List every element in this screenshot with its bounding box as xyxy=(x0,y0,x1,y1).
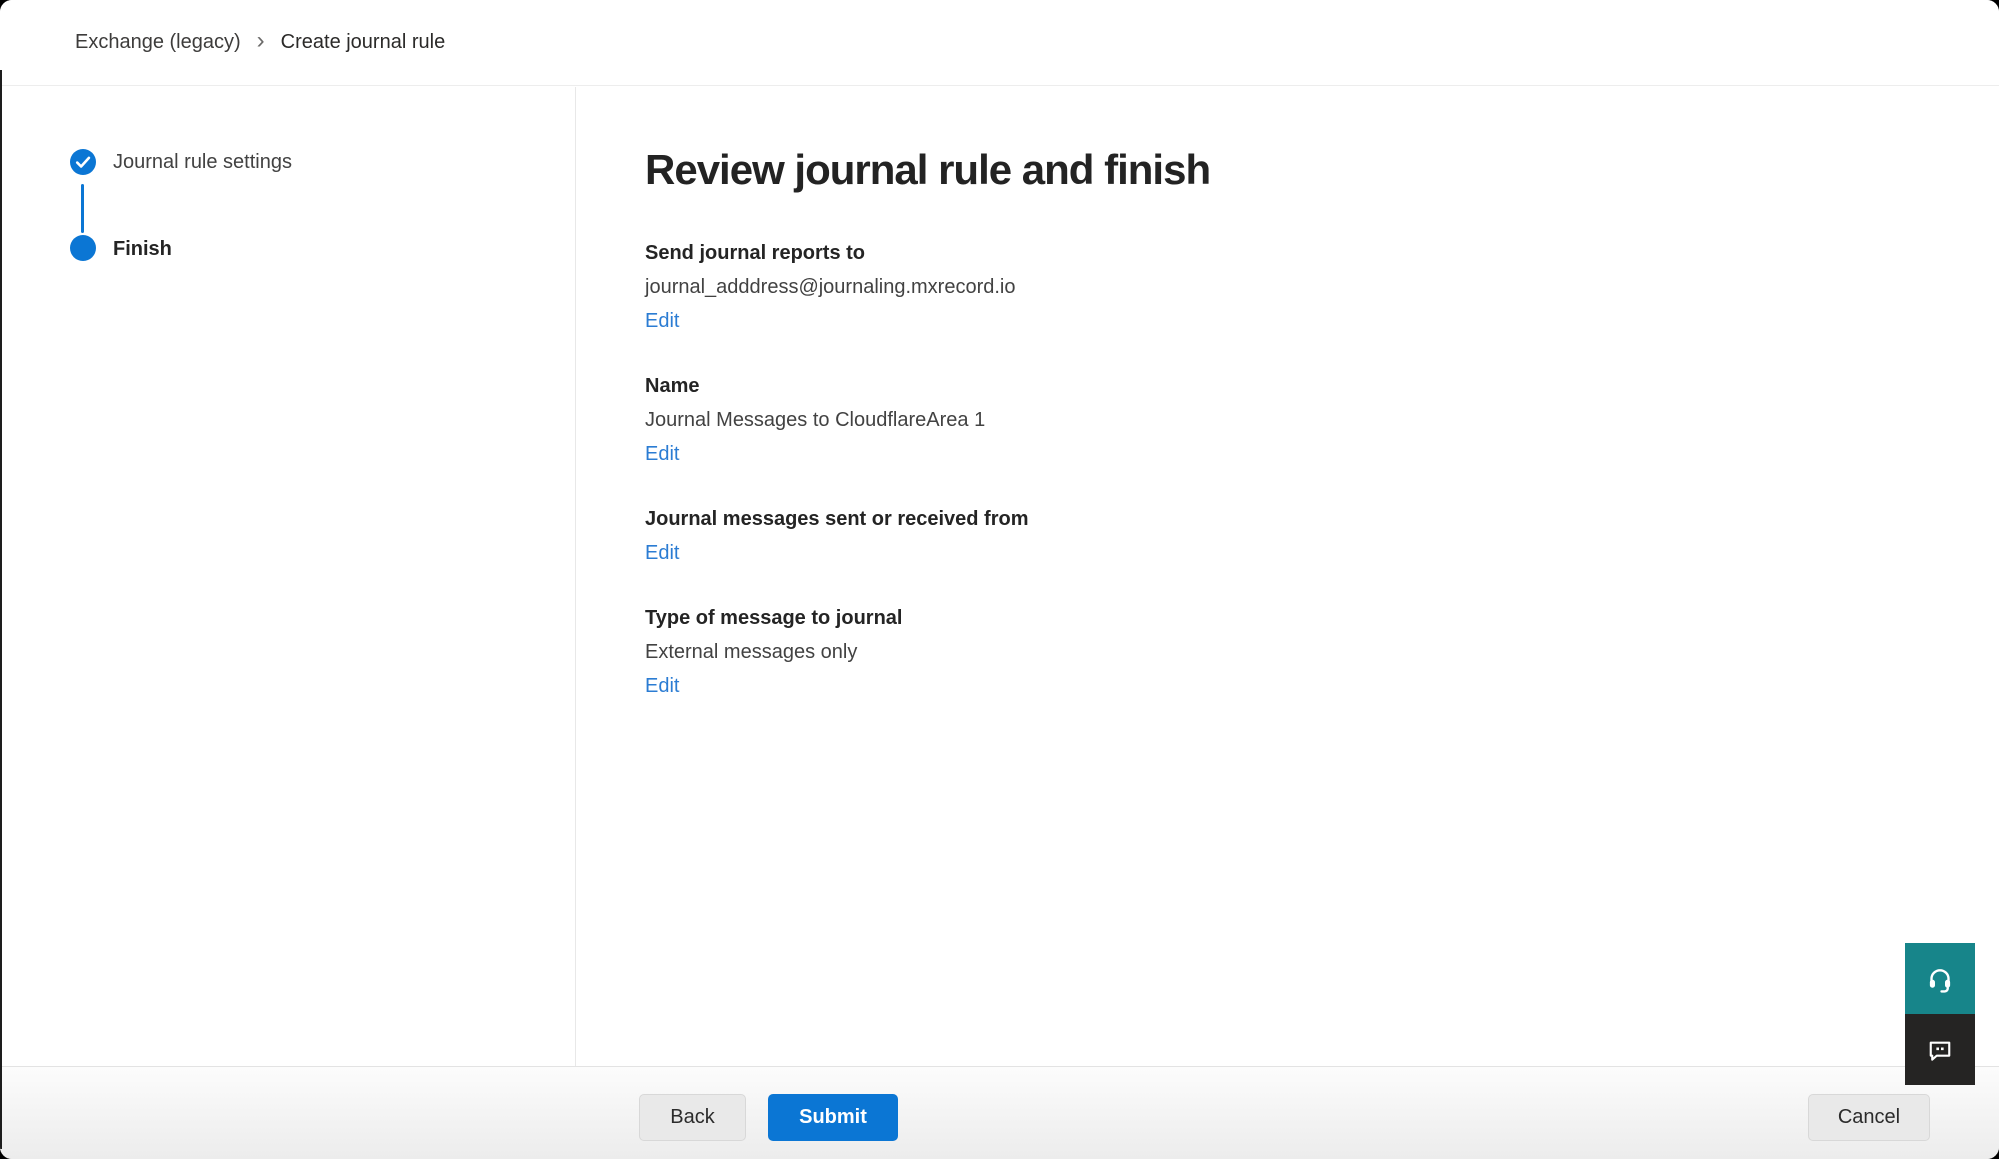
review-sections: Send journal reports to journal_adddress… xyxy=(645,236,1999,703)
app-window: Exchange (legacy) › Create journal rule … xyxy=(0,0,1999,1159)
step-completed-icon xyxy=(69,148,97,176)
step-connector-line xyxy=(81,184,84,233)
chat-icon xyxy=(1925,1035,1955,1065)
section-value: Journal Messages to CloudflareArea 1 xyxy=(645,403,1999,437)
wizard-step-journal-rule-settings[interactable]: Journal rule settings xyxy=(113,149,292,175)
section-label: Type of message to journal xyxy=(645,601,1999,635)
chevron-right-icon: › xyxy=(257,29,265,53)
content-area: Journal rule settings Finish Review jour… xyxy=(0,87,1999,1066)
edit-send-journal-reports-link[interactable]: Edit xyxy=(645,304,679,338)
breadcrumb-item-create-journal-rule: Create journal rule xyxy=(281,31,446,54)
section-journal-messages-sent-or-received: Journal messages sent or received from E… xyxy=(645,502,1999,570)
section-value: External messages only xyxy=(645,635,1999,669)
page-title: Review journal rule and finish xyxy=(645,144,1999,196)
breadcrumb: Exchange (legacy) › Create journal rule xyxy=(0,0,1999,86)
headset-icon xyxy=(1925,964,1955,994)
section-label: Name xyxy=(645,369,1999,403)
section-label: Send journal reports to xyxy=(645,236,1999,270)
section-type-of-message: Type of message to journal External mess… xyxy=(645,601,1999,703)
help-button[interactable] xyxy=(1905,943,1975,1014)
footer-action-bar: Back Submit Cancel xyxy=(0,1066,1999,1159)
breadcrumb-item-exchange-legacy[interactable]: Exchange (legacy) xyxy=(75,31,241,54)
window-left-edge xyxy=(0,70,2,1149)
edit-name-link[interactable]: Edit xyxy=(645,437,679,471)
section-value: journal_adddress@journaling.mxrecord.io xyxy=(645,270,1999,304)
feedback-button[interactable] xyxy=(1905,1014,1975,1085)
floating-button-stack xyxy=(1905,943,1975,1085)
step-current-icon xyxy=(70,235,96,261)
wizard-step-finish[interactable]: Finish xyxy=(113,236,172,262)
section-name: Name Journal Messages to CloudflareArea … xyxy=(645,369,1999,471)
section-send-journal-reports-to: Send journal reports to journal_adddress… xyxy=(645,236,1999,338)
edit-type-of-message-link[interactable]: Edit xyxy=(645,669,679,703)
section-label: Journal messages sent or received from xyxy=(645,502,1999,536)
edit-journal-messages-link[interactable]: Edit xyxy=(645,536,679,570)
back-button[interactable]: Back xyxy=(639,1094,746,1141)
review-pane: Review journal rule and finish Send jour… xyxy=(576,87,1999,1066)
check-circle-icon xyxy=(69,148,97,176)
wizard-stepper: Journal rule settings Finish xyxy=(0,87,576,1066)
submit-button[interactable]: Submit xyxy=(768,1094,898,1141)
cancel-button[interactable]: Cancel xyxy=(1808,1094,1930,1141)
